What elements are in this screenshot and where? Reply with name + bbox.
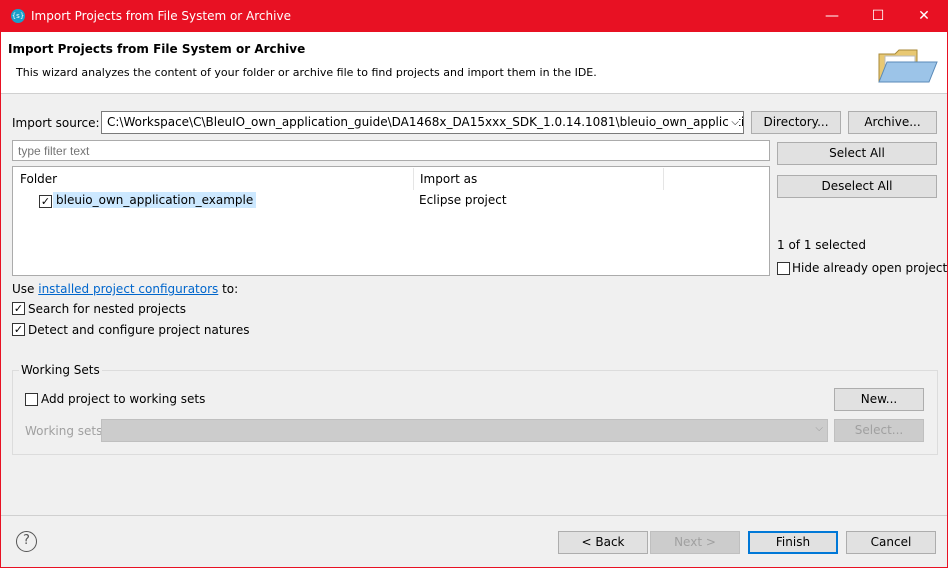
use-prefix: Use xyxy=(12,282,39,296)
add-working-sets-checkbox[interactable] xyxy=(25,393,38,406)
nested-checkbox[interactable]: ✓ xyxy=(12,302,25,315)
working-sets-title: Working Sets xyxy=(19,363,102,377)
select-all-button[interactable]: Select All xyxy=(777,142,937,165)
new-working-set-button[interactable]: New... xyxy=(834,388,924,411)
configurators-link[interactable]: installed project configurators xyxy=(38,282,218,296)
project-folder: bleuio_own_application_example xyxy=(53,192,257,208)
archive-button[interactable]: Archive... xyxy=(848,111,937,134)
detect-natures-checkbox[interactable]: ✓ xyxy=(12,323,25,336)
table-row[interactable]: ✓ bleuio_own_application_example Eclipse… xyxy=(13,191,769,211)
project-import-as: Eclipse project xyxy=(419,193,507,207)
back-button[interactable]: < Back xyxy=(558,531,648,554)
filter-input[interactable] xyxy=(12,140,770,161)
column-header-import-as[interactable]: Import as xyxy=(420,172,477,186)
column-header-folder[interactable]: Folder xyxy=(20,172,57,186)
import-source-combo[interactable]: C:\Workspace\C\BleuIO_own_application_gu… xyxy=(101,111,744,134)
working-sets-combo[interactable]: ⌵ xyxy=(101,419,828,442)
working-sets-label: Working sets: xyxy=(25,424,107,438)
import-source-label: Import source: xyxy=(12,116,100,130)
title-bar: {s} Import Projects from File System or … xyxy=(1,1,947,32)
close-button[interactable]: ✕ xyxy=(901,1,947,32)
wizard-header: Import Projects from File System or Arch… xyxy=(1,32,947,94)
chevron-down-icon: ⌵ xyxy=(815,423,823,434)
use-suffix: to: xyxy=(218,282,239,296)
app-icon: {s} xyxy=(11,9,25,23)
add-working-sets-label[interactable]: Add project to working sets xyxy=(41,392,205,406)
column-divider xyxy=(413,168,414,190)
directory-button[interactable]: Directory... xyxy=(751,111,841,134)
page-title: Import Projects from File System or Arch… xyxy=(8,42,306,56)
column-divider xyxy=(663,168,664,190)
deselect-all-button[interactable]: Deselect All xyxy=(777,175,937,198)
finish-button[interactable]: Finish xyxy=(748,531,838,554)
chevron-down-icon[interactable]: ⌵ xyxy=(728,112,739,133)
footer-divider xyxy=(1,515,947,516)
working-sets-group: Working Sets Add project to working sets… xyxy=(12,363,938,455)
minimize-button[interactable]: — xyxy=(809,1,855,32)
select-working-sets-button[interactable]: Select... xyxy=(834,419,924,442)
help-icon[interactable]: ? xyxy=(16,531,37,552)
hide-open-checkbox[interactable] xyxy=(777,262,790,275)
window-title: Import Projects from File System or Arch… xyxy=(31,9,291,23)
page-description: This wizard analyzes the content of your… xyxy=(16,66,597,79)
selected-count: 1 of 1 selected xyxy=(777,238,866,252)
maximize-button[interactable]: ☐ xyxy=(855,1,901,32)
folder-icon xyxy=(878,49,938,83)
import-source-value: C:\Workspace\C\BleuIO_own_application_gu… xyxy=(107,115,744,129)
project-checkbox[interactable]: ✓ xyxy=(39,195,52,208)
cancel-button[interactable]: Cancel xyxy=(846,531,936,554)
hide-open-label[interactable]: Hide already open projects xyxy=(792,261,948,275)
detect-natures-label[interactable]: Detect and configure project natures xyxy=(28,323,249,337)
next-button[interactable]: Next > xyxy=(650,531,740,554)
projects-table: Folder Import as ✓ bleuio_own_applicatio… xyxy=(12,166,770,276)
configurators-line: Use installed project configurators to: xyxy=(12,282,238,296)
nested-label[interactable]: Search for nested projects xyxy=(28,302,186,316)
